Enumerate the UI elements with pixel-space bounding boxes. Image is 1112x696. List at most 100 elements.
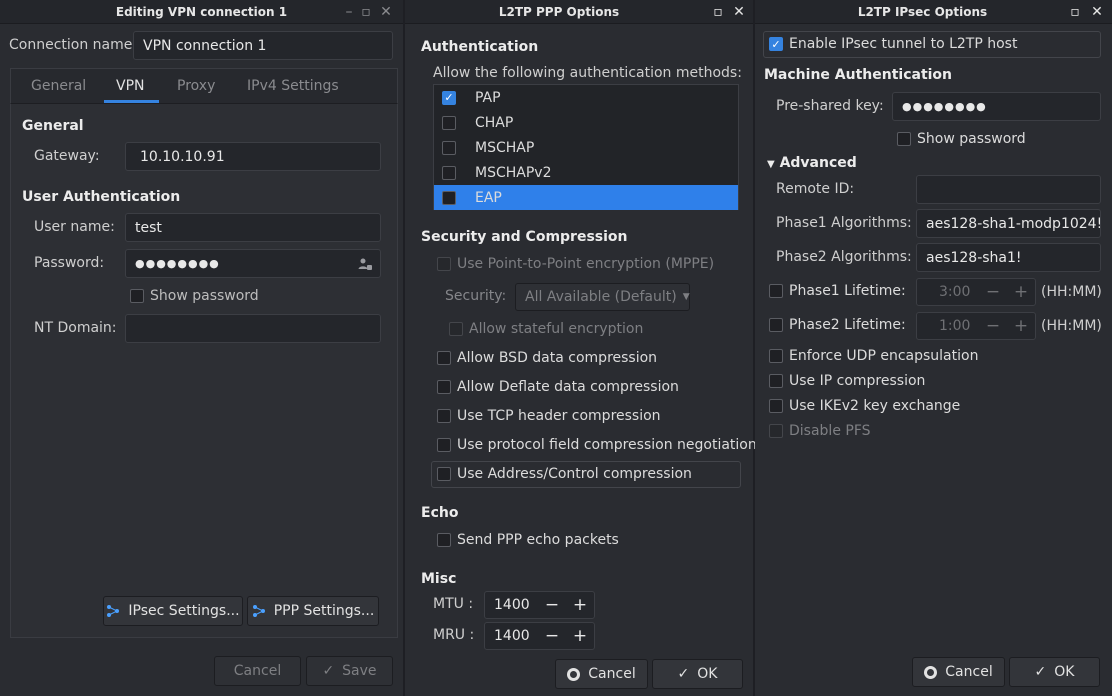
show-password-box[interactable]: [130, 289, 144, 303]
ipsec-options-titlebar[interactable]: L2TP IPsec Options ▫ ✕: [755, 0, 1112, 24]
auth-method-pap[interactable]: ✓ PAP: [434, 85, 738, 110]
phase1-algorithms-label: Phase1 Algorithms:: [776, 215, 912, 231]
mschapv2-checkbox[interactable]: [442, 165, 456, 180]
username-input[interactable]: test: [125, 213, 381, 242]
auth-heading: Authentication: [421, 39, 539, 55]
enable-ipsec-tunnel-checkbox[interactable]: ✓ Enable IPsec tunnel to L2TP host: [769, 36, 1017, 52]
tab-bar: General VPN Proxy IPv4 Settings: [10, 68, 398, 104]
ip-compression-checkbox[interactable]: Use IP compression: [769, 373, 925, 389]
phase2-hhmm-label: (HH:MM): [1041, 318, 1102, 334]
ppp-settings-button[interactable]: PPP Settings...: [247, 596, 379, 626]
protocol-field-compression-checkbox[interactable]: Use protocol field compression negotiati…: [437, 437, 757, 453]
echo-heading: Echo: [421, 505, 459, 521]
mru-label: MRU :: [433, 627, 475, 643]
psk-input[interactable]: ●●●●●●●●: [892, 92, 1101, 121]
auth-method-mschap[interactable]: MSCHAP: [434, 135, 738, 160]
checkmark-icon: ✓: [677, 666, 690, 682]
advanced-heading[interactable]: ▼ Advanced: [767, 155, 857, 171]
deflate-compression-checkbox[interactable]: Allow Deflate data compression: [437, 379, 679, 395]
enforce-udp-checkbox[interactable]: Enforce UDP encapsulation: [769, 348, 978, 364]
bsd-compression-checkbox[interactable]: Allow BSD data compression: [437, 350, 657, 366]
maximize-icon[interactable]: ▫: [1066, 3, 1084, 21]
plus-icon[interactable]: +: [1007, 279, 1035, 305]
psk-show-password-checkbox[interactable]: Show password: [897, 131, 1026, 147]
window-title: L2TP PPP Options: [498, 5, 620, 19]
tab-vpn[interactable]: VPN: [116, 78, 145, 94]
auth-methods-list: ✓ PAP CHAP MSCHAP MSCHAPv2 EAP: [433, 84, 739, 210]
phase2-algorithms-input[interactable]: aes128-sha1!: [916, 243, 1101, 272]
close-icon[interactable]: ✕: [1088, 3, 1106, 21]
phase2-lifetime-spinner[interactable]: 1:00 − +: [916, 312, 1036, 340]
auth-method-chap[interactable]: CHAP: [434, 110, 738, 135]
ppp-options-titlebar[interactable]: L2TP PPP Options ▫ ✕: [405, 0, 753, 24]
ipsec-ok-button[interactable]: ✓ OK: [1009, 657, 1100, 687]
minimize-icon[interactable]: –: [340, 3, 358, 21]
ppp-network-icon: [252, 605, 265, 617]
mschap-checkbox[interactable]: [442, 140, 456, 155]
minus-icon[interactable]: −: [979, 279, 1007, 305]
minus-icon[interactable]: −: [538, 592, 566, 618]
disable-pfs-checkbox[interactable]: Disable PFS: [769, 423, 871, 439]
mru-spinner[interactable]: 1400 − +: [484, 622, 595, 650]
password-label: Password:: [34, 255, 105, 271]
phase2-lifetime-checkbox[interactable]: Phase2 Lifetime:: [769, 317, 906, 333]
auth-description: Allow the following authentication metho…: [433, 65, 742, 81]
plus-icon[interactable]: +: [566, 592, 594, 618]
address-control-compression-checkbox[interactable]: Use Address/Control compression: [437, 466, 692, 482]
nt-domain-label: NT Domain:: [34, 320, 117, 336]
checkmark-icon: ✓: [1034, 664, 1047, 680]
vpn-editor-window: Editing VPN connection 1 – ▫ ✕ Connectio…: [0, 0, 403, 696]
gateway-input[interactable]: 10.10.10.91: [125, 142, 381, 171]
security-select[interactable]: All Available (Default) ▼: [515, 283, 690, 311]
cancel-icon: [567, 667, 581, 681]
password-options-icon[interactable]: [357, 256, 373, 272]
mppe-checkbox[interactable]: Use Point-to-Point encryption (MPPE): [437, 256, 714, 272]
tab-general[interactable]: General: [31, 78, 86, 94]
phase1-lifetime-spinner[interactable]: 3:00 − +: [916, 278, 1036, 306]
window-title: L2TP IPsec Options: [857, 5, 988, 19]
mtu-label: MTU :: [433, 596, 474, 612]
ipsec-cancel-button[interactable]: Cancel: [912, 657, 1005, 687]
tab-content-panel: [10, 104, 398, 638]
ppp-echo-checkbox[interactable]: Send PPP echo packets: [437, 532, 619, 548]
connection-name-input[interactable]: VPN connection 1: [133, 31, 393, 60]
auth-method-eap[interactable]: EAP: [434, 185, 738, 210]
ppp-ok-button[interactable]: ✓ OK: [652, 659, 743, 689]
cancel-button[interactable]: Cancel: [214, 656, 301, 686]
tcp-header-compression-checkbox[interactable]: Use TCP header compression: [437, 408, 661, 424]
phase1-algorithms-input[interactable]: aes128-sha1-modp1024!: [916, 209, 1101, 238]
phase1-hhmm-label: (HH:MM): [1041, 284, 1102, 300]
remote-id-label: Remote ID:: [776, 181, 855, 197]
tab-ipv4-settings[interactable]: IPv4 Settings: [247, 78, 339, 94]
connection-name-label: Connection name: [9, 37, 133, 53]
security-heading: Security and Compression: [421, 229, 628, 245]
ipsec-settings-button[interactable]: IPsec Settings...: [103, 596, 243, 626]
stateful-encryption-checkbox[interactable]: Allow stateful encryption: [449, 321, 643, 337]
password-input[interactable]: ●●●●●●●●: [125, 249, 381, 278]
eap-checkbox[interactable]: [442, 190, 456, 205]
minus-icon[interactable]: −: [538, 623, 566, 649]
username-label: User name:: [34, 219, 115, 235]
nt-domain-input[interactable]: [125, 314, 381, 343]
save-button[interactable]: ✓ Save: [306, 656, 393, 686]
plus-icon[interactable]: +: [566, 623, 594, 649]
auth-method-mschapv2[interactable]: MSCHAPv2: [434, 160, 738, 185]
general-heading: General: [22, 118, 84, 134]
mtu-spinner[interactable]: 1400 − +: [484, 591, 595, 619]
vpn-editor-titlebar[interactable]: Editing VPN connection 1 – ▫ ✕: [0, 0, 403, 24]
dropdown-arrow-icon: ▼: [682, 292, 690, 302]
ikev2-checkbox[interactable]: Use IKEv2 key exchange: [769, 398, 960, 414]
minus-icon[interactable]: −: [979, 313, 1007, 339]
psk-label: Pre-shared key:: [776, 98, 884, 114]
plus-icon[interactable]: +: [1007, 313, 1035, 339]
show-password-checkbox[interactable]: Show password: [130, 288, 259, 304]
maximize-icon[interactable]: ▫: [709, 3, 727, 21]
ipsec-network-icon: [107, 605, 120, 617]
tab-proxy[interactable]: Proxy: [177, 78, 215, 94]
pap-checkbox[interactable]: ✓: [442, 90, 456, 105]
remote-id-input[interactable]: [916, 175, 1101, 204]
ppp-cancel-button[interactable]: Cancel: [555, 659, 648, 689]
phase1-lifetime-checkbox[interactable]: Phase1 Lifetime:: [769, 283, 906, 299]
chap-checkbox[interactable]: [442, 115, 456, 130]
active-tab-indicator: [104, 100, 159, 103]
